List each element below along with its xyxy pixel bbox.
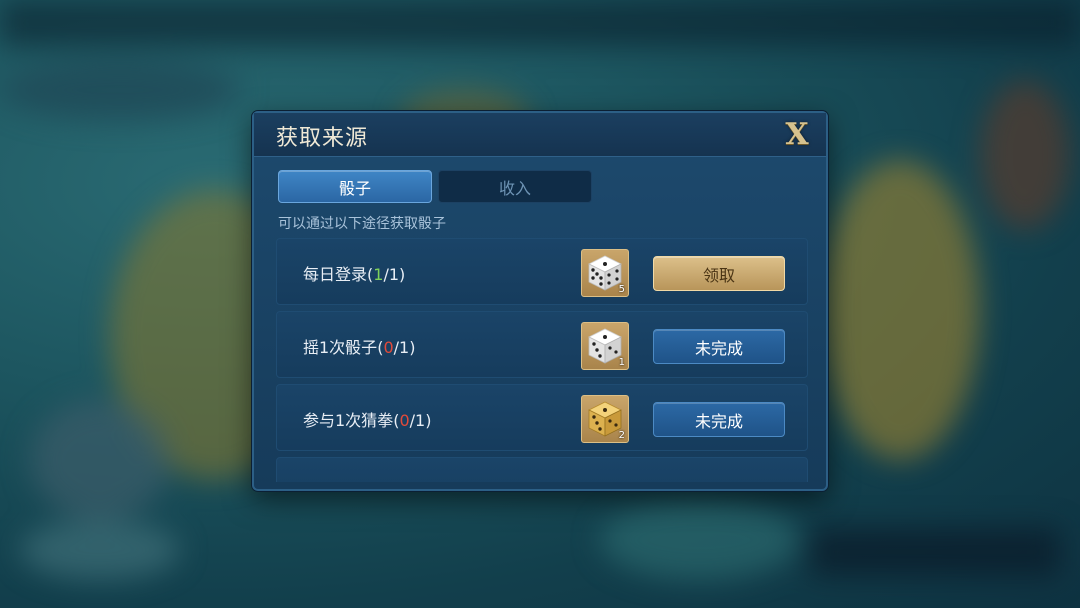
reward-count: 1 <box>618 357 625 368</box>
task-label: 每日登录(1/1) <box>303 261 405 285</box>
task-name: 摇1次骰子 <box>303 338 378 357</box>
reward-slot: 5 <box>581 249 629 297</box>
progress-close: ) <box>409 338 416 357</box>
claim-button[interactable]: 领取 <box>653 256 785 291</box>
task-name: 参与1次猜拳 <box>303 411 394 430</box>
task-row-daily-login: 每日登录(1/1) 5 领取 <box>276 238 808 305</box>
progress-total-count: 1 <box>415 411 426 430</box>
progress-close: ) <box>399 265 406 284</box>
source-description: 可以通过以下途径获取骰子 <box>278 216 446 232</box>
reward-slot: 1 <box>581 322 629 370</box>
tab-bar: 骰子 收入 <box>278 170 592 203</box>
progress-done-count: 0 <box>383 338 394 357</box>
task-name: 每日登录 <box>303 265 368 284</box>
progress-done-count: 0 <box>399 411 410 430</box>
modal-title: 获取来源 <box>276 126 369 151</box>
reward-count: 2 <box>618 430 625 441</box>
task-label: 摇1次骰子(0/1) <box>303 334 415 358</box>
task-label: 参与1次猜拳(0/1) <box>303 407 431 431</box>
close-icon: X <box>785 116 809 152</box>
modal-header: 获取来源 X <box>254 113 826 157</box>
reward-count: 5 <box>618 284 625 295</box>
task-list[interactable]: 每日登录(1/1) 5 领取 摇1次骰子(0/1) 1 未完成 参与1次猜拳(0… <box>276 238 808 482</box>
progress-close: ) <box>425 411 432 430</box>
tab-dice[interactable]: 骰子 <box>278 170 432 203</box>
reward-slot: 2 <box>581 395 629 443</box>
incomplete-button[interactable]: 未完成 <box>653 329 785 364</box>
progress-total-count: 1 <box>388 265 400 284</box>
progress-done-count: 1 <box>373 265 384 284</box>
task-row-roll-dice: 摇1次骰子(0/1) 1 未完成 <box>276 311 808 378</box>
source-modal: 获取来源 X 骰子 收入 可以通过以下途径获取骰子 每日登录(1/1) 5 领取… <box>252 111 828 491</box>
task-row-partial <box>276 457 808 482</box>
incomplete-button[interactable]: 未完成 <box>653 402 785 437</box>
task-row-rock-paper-scissors: 参与1次猜拳(0/1) 2 未完成 <box>276 384 808 451</box>
close-button[interactable]: X <box>776 115 818 153</box>
progress-total-count: 1 <box>399 338 410 357</box>
tab-income[interactable]: 收入 <box>438 170 592 203</box>
